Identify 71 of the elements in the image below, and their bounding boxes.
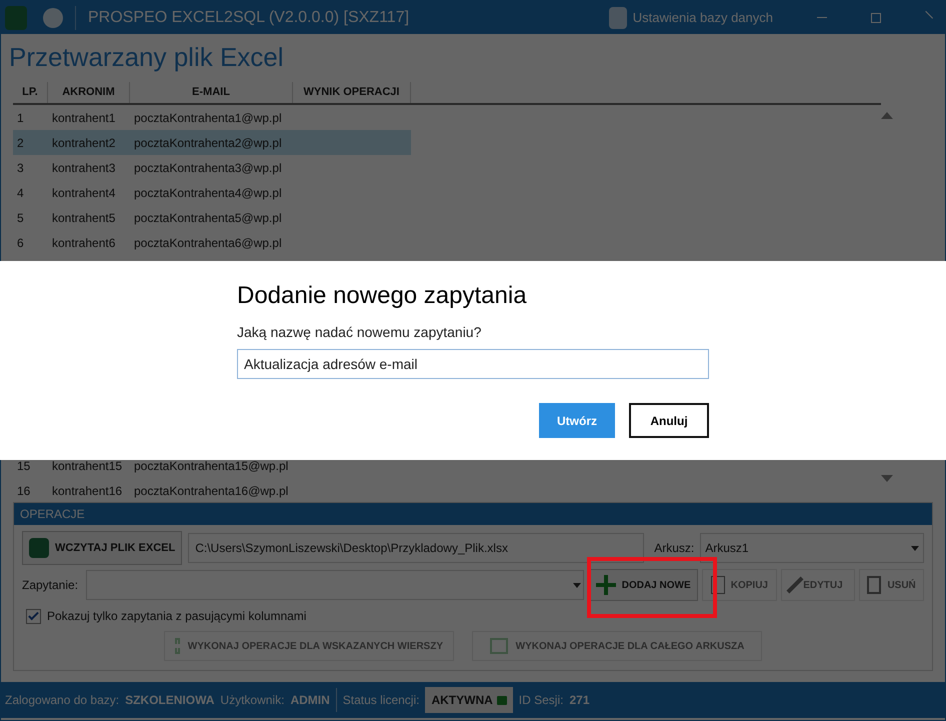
query-label: Zapytanie: bbox=[22, 577, 78, 594]
scroll-up-icon[interactable] bbox=[881, 112, 893, 119]
table-row[interactable]: 3 kontrahent3 pocztaKontrahenta3@wp.pl bbox=[13, 155, 411, 180]
table-cell-text: kontrahent1 bbox=[51, 110, 116, 126]
column-header[interactable]: AKRONIM bbox=[48, 82, 130, 103]
status-label: Użytkownik: bbox=[220, 692, 284, 709]
status-value: ADMIN bbox=[290, 692, 330, 709]
window-title: PROSPEO EXCEL2SQL (V2.0.0.0) [SXZ117] bbox=[75, 6, 410, 30]
document-icon bbox=[710, 576, 725, 594]
table-cell-text: 16 bbox=[16, 482, 32, 500]
table-cell-text: pocztaKontrahenta16@wp.pl bbox=[133, 482, 290, 500]
table-cell-text: pocztaKontrahenta3@wp.pl bbox=[133, 160, 283, 176]
table-cell-text: 5 bbox=[16, 210, 25, 226]
license-badge: AKTYWNA bbox=[425, 687, 513, 713]
table-cell-text: pocztaKontrahenta4@wp.pl bbox=[133, 184, 283, 202]
scroll-down-icon[interactable] bbox=[881, 475, 893, 482]
sheet-label: Arkusz: bbox=[654, 540, 694, 557]
table-cell-text: kontrahent5 bbox=[51, 210, 116, 226]
maximize-icon[interactable] bbox=[871, 12, 881, 22]
checkbox-icon bbox=[490, 638, 508, 654]
dialog-title: Dodanie nowego zapytania bbox=[237, 281, 528, 310]
checkbox-label: Pokazuj tylko zapytania z pasującymi kolumnami bbox=[47, 608, 306, 625]
table-cell-text: 3 bbox=[16, 160, 25, 176]
table-row[interactable]: 5 kontrahent5 pocztaKontrahenta5@wp.pl bbox=[13, 205, 411, 230]
table-row[interactable]: 1 kontrahent1 pocztaKontrahenta1@wp.pl bbox=[13, 105, 411, 130]
table-cell-text: kontrahent16 bbox=[51, 482, 124, 500]
panel-header: OPERACJE bbox=[14, 503, 932, 525]
table-cell-text: pocztaKontrahenta15@wp.pl bbox=[133, 458, 290, 474]
table-cell-text: 6 bbox=[16, 234, 25, 252]
table-cell-text: kontrahent15 bbox=[51, 458, 124, 474]
table-cell-text: 15 bbox=[16, 458, 32, 474]
table-cell-text: kontrahent2 bbox=[51, 134, 116, 152]
table-cell-text: pocztaKontrahenta2@wp.pl bbox=[133, 134, 283, 152]
create-button[interactable]: Utwórz bbox=[539, 403, 615, 438]
status-label: Status licencji: bbox=[342, 692, 420, 709]
trash-icon bbox=[867, 576, 882, 594]
query-dropdown[interactable] bbox=[86, 570, 584, 600]
dialog-prompt: Jaką nazwę nadać nowemu zapytaniu? bbox=[237, 323, 482, 342]
table-cell-text: pocztaKontrahenta6@wp.pl bbox=[133, 234, 283, 252]
query-add-button[interactable]: DODAJ NOWE bbox=[588, 569, 698, 601]
load-excel-button[interactable]: WCZYTAJ PLIK EXCEL bbox=[22, 531, 182, 565]
table-cell-text: pocztaKontrahenta1@wp.pl bbox=[133, 110, 283, 126]
database-settings-link[interactable]: Ustawienia bazy danych bbox=[632, 8, 773, 28]
table-row[interactable]: 6 kontrahent6 pocztaKontrahenta6@wp.pl bbox=[13, 230, 411, 255]
section-heading: Przetwarzany plik Excel bbox=[9, 41, 285, 74]
column-header[interactable]: E-MAIL bbox=[130, 82, 293, 103]
column-header[interactable]: LP. bbox=[13, 82, 48, 103]
table-cell-text: pocztaKontrahenta5@wp.pl bbox=[133, 210, 283, 226]
file-path-field[interactable]: C:\Users\SzymonLiszewski\Desktop\Przykladowy_Plik.xlsx bbox=[188, 533, 644, 563]
status-label: Zalogowano do bazy: bbox=[5, 692, 120, 709]
table-row[interactable]: 4 kontrahent4 pocztaKontrahenta4@wp.pl bbox=[13, 180, 411, 205]
table-cell-text: 2 bbox=[16, 134, 25, 152]
checkbox[interactable] bbox=[26, 608, 41, 624]
status-value: 271 bbox=[569, 692, 590, 709]
table-cell-text: kontrahent3 bbox=[51, 160, 116, 176]
table-row[interactable]: 16 kontrahent16 pocztaKontrahenta16@wp.pl bbox=[13, 478, 411, 503]
lock-icon bbox=[496, 696, 507, 704]
table-cell-text: 4 bbox=[16, 184, 25, 202]
name-input-field[interactable]: Aktualizacja adresów e-mail bbox=[237, 349, 709, 379]
table-cell-text: kontrahent6 bbox=[51, 234, 116, 252]
status-label: ID Sesji: bbox=[518, 692, 564, 709]
table-cell-text: 1 bbox=[16, 110, 25, 126]
dropdown-caret-icon bbox=[573, 582, 582, 588]
table-cell-text: kontrahent4 bbox=[51, 184, 116, 202]
table-row[interactable]: 2 kontrahent2 pocztaKontrahenta2@wp.pl bbox=[13, 130, 411, 155]
sheet-dropdown[interactable]: Arkusz1 bbox=[700, 533, 924, 563]
dropdown-caret-icon bbox=[911, 546, 919, 550]
plus-icon bbox=[596, 575, 616, 595]
cancel-button[interactable]: Anuluj bbox=[629, 403, 709, 438]
status-value: SZKOLENIOWA bbox=[125, 692, 214, 709]
column-header[interactable]: WYNIK OPERACJI bbox=[293, 82, 411, 103]
